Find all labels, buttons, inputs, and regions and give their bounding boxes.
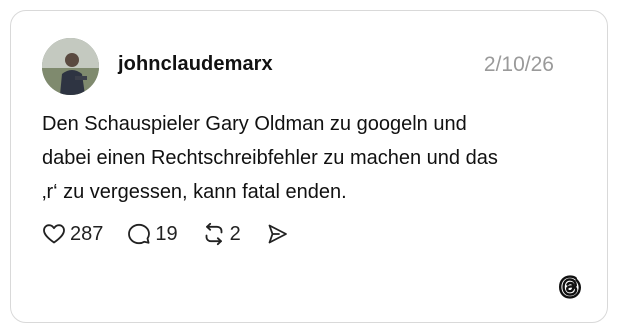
avatar[interactable]: [42, 38, 99, 95]
action-bar: 287 19 2: [42, 219, 313, 249]
reply-button[interactable]: 19: [127, 222, 178, 246]
repost-arrows-icon: [205, 222, 223, 246]
reply-count: 19: [155, 222, 178, 245]
post-text-line: dabei einen Rechtschreibfehler zu machen…: [42, 147, 498, 169]
repost-count: 2: [229, 222, 241, 245]
username[interactable]: johnclaudemarx: [118, 53, 273, 76]
post-text-line: Den Schauspieler Gary Oldman zu googeln …: [42, 113, 467, 135]
like-button[interactable]: 287: [42, 222, 103, 246]
post-text: Den Schauspieler Gary Oldman zu googeln …: [42, 107, 582, 209]
like-count: 287: [70, 222, 104, 245]
post-card: johnclaudemarx 2/10/26 Den Schauspieler …: [10, 10, 608, 323]
repost-button[interactable]: 2: [202, 222, 241, 246]
threads-logo-icon: [558, 275, 582, 299]
heart-icon: [43, 224, 65, 244]
send-icon: [268, 224, 287, 244]
post-text-line: ‚r‘ zu vergessen, kann fatal enden.: [42, 181, 347, 203]
share-button[interactable]: [265, 222, 289, 246]
avatar-photo: [42, 38, 99, 95]
speech-bubble-icon: [128, 223, 151, 245]
post-date: 2/10/26: [483, 53, 554, 76]
